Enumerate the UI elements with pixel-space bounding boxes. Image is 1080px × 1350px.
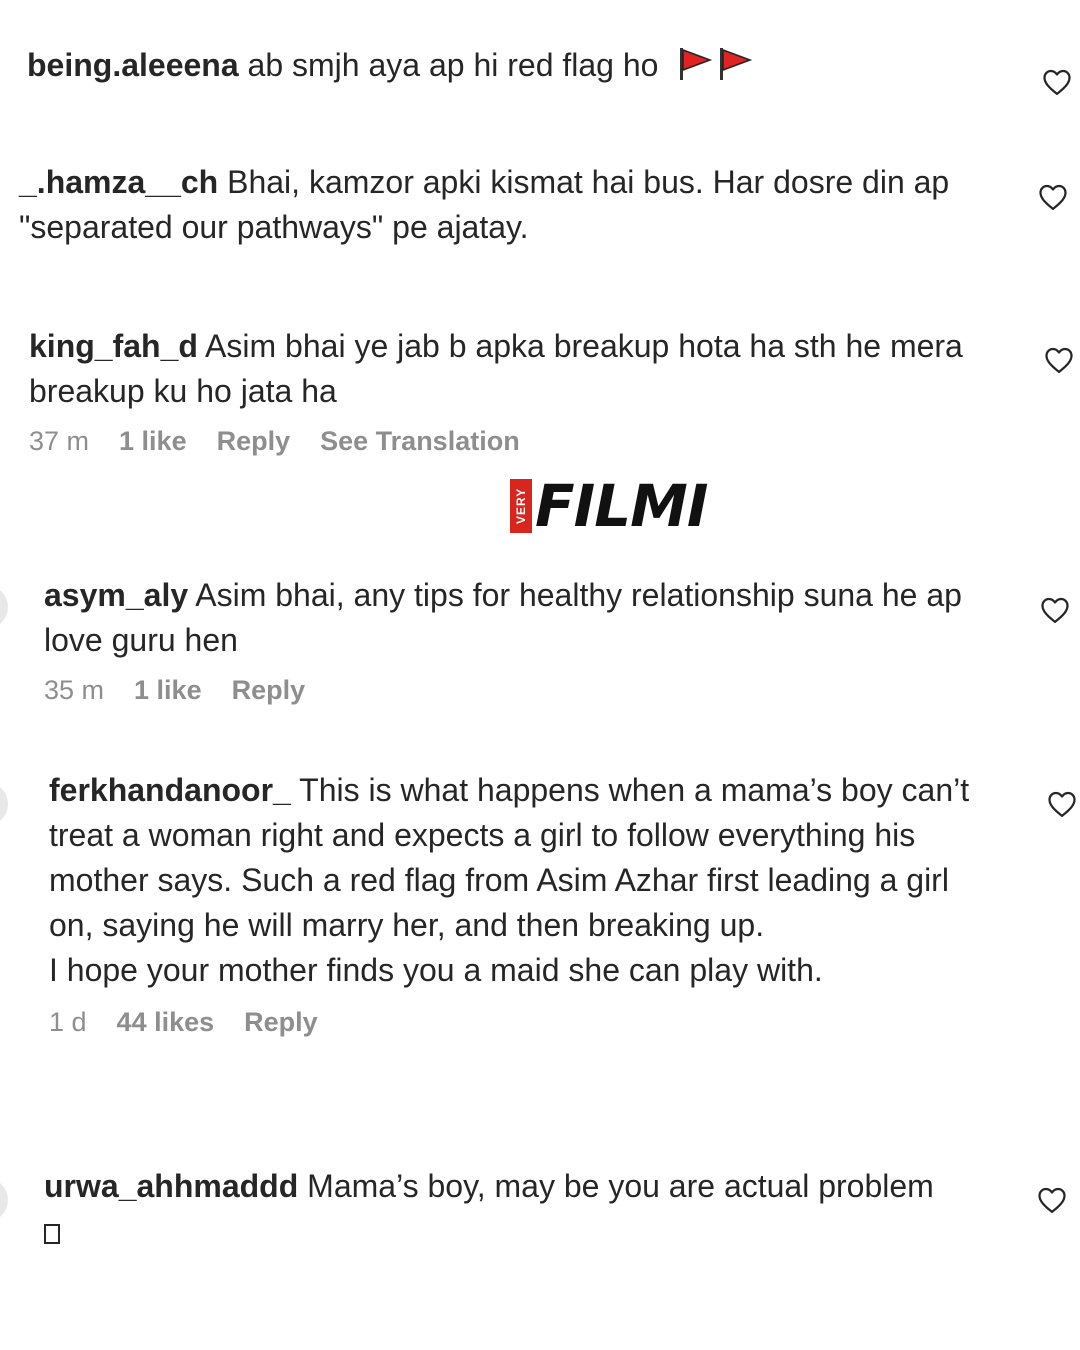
red-flag-icon: [677, 46, 713, 94]
comment-time: 1 d: [49, 1007, 87, 1037]
comment-body: asym_aly Asim bhai, any tips for healthy…: [0, 573, 1080, 663]
comment-username[interactable]: urwa_ahhmaddd: [44, 1168, 298, 1204]
comment-hamza-ch: _.hamza__ch Bhai, kamzor apki kismat hai…: [0, 160, 1080, 250]
comment-username[interactable]: king_fah_d: [29, 328, 198, 364]
reply-button[interactable]: Reply: [217, 426, 291, 457]
comment-body: _.hamza__ch Bhai, kamzor apki kismat hai…: [0, 160, 1080, 250]
veryfilmi-logo: VERY FILMI: [510, 472, 708, 540]
comment-username[interactable]: asym_aly: [44, 577, 188, 613]
reply-button[interactable]: Reply: [244, 1007, 318, 1038]
heart-icon[interactable]: [1047, 790, 1077, 818]
comment-meta: 1 d 44 likes Reply: [0, 1007, 1080, 1038]
heart-icon[interactable]: [1037, 1186, 1067, 1214]
comment-username[interactable]: _.hamza__ch: [19, 164, 218, 200]
clip-edge: [0, 1082, 1080, 1102]
heart-icon[interactable]: [1044, 346, 1074, 374]
comment-username[interactable]: ferkhandanoor_: [49, 772, 291, 808]
logo-very-tag: VERY: [510, 479, 532, 533]
heart-icon[interactable]: [1040, 596, 1070, 624]
red-flag-icon: [717, 46, 753, 94]
reply-button[interactable]: Reply: [232, 675, 306, 706]
comment-time: 35 m: [44, 675, 105, 705]
comment-urwa-ahhmaddd: urwa_ahhmaddd Mama’s boy, may be you are…: [0, 1164, 1080, 1254]
comment-being-aleeena: being.aleeena ab smjh aya ap hi red flag…: [0, 43, 1080, 94]
comment-body: urwa_ahhmaddd Mama’s boy, may be you are…: [0, 1164, 1080, 1254]
comment-username[interactable]: being.aleeena: [27, 47, 239, 83]
comment-body: ferkhandanoor_ This is what happens when…: [0, 768, 1080, 948]
comment-ferkhandanoor: ferkhandanoor_ This is what happens when…: [0, 768, 1080, 1038]
comment-king-fah-d: king_fah_d Asim bhai ye jab b apka break…: [0, 324, 1080, 457]
comment-meta: 35 m 1 like Reply: [0, 675, 1080, 706]
comment-body: king_fah_d Asim bhai ye jab b apka break…: [0, 324, 1080, 414]
logo-filmi-text: FILMI: [535, 472, 708, 540]
like-count[interactable]: 1 like: [134, 675, 202, 706]
like-count[interactable]: 1 like: [119, 426, 187, 457]
comment-body: being.aleeena ab smjh aya ap hi red flag…: [0, 43, 1080, 94]
see-translation-button[interactable]: See Translation: [320, 426, 520, 457]
comment-text-line: I hope your mother finds you a maid she …: [49, 952, 823, 988]
comment-time: 37 m: [29, 426, 90, 456]
comment-text: ab smjh aya ap hi red flag ho: [247, 47, 659, 83]
comment-asym-aly: asym_aly Asim bhai, any tips for healthy…: [0, 573, 1080, 706]
like-count[interactable]: 44 likes: [117, 1007, 215, 1038]
heart-icon[interactable]: [1038, 183, 1068, 211]
comment-meta: 37 m 1 like Reply See Translation: [0, 426, 1080, 457]
comment-text: Mama’s boy, may be you are actual proble…: [307, 1168, 934, 1204]
missing-emoji-icon: [44, 1224, 60, 1244]
heart-icon[interactable]: [1042, 68, 1072, 96]
